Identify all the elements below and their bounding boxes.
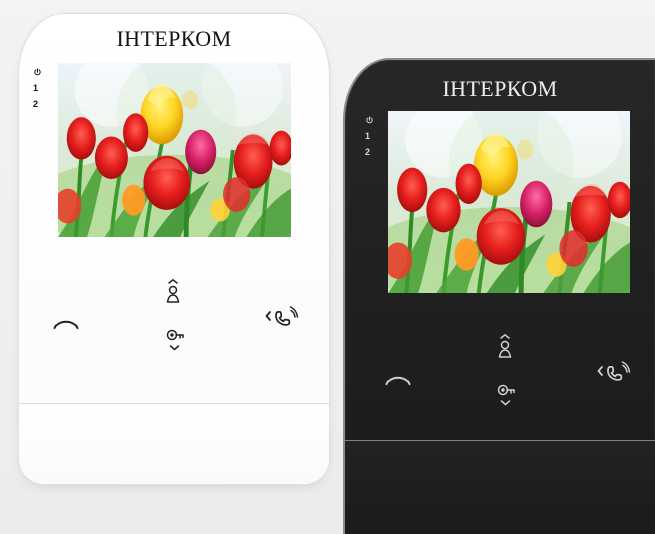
white-bottom-panel	[19, 404, 329, 484]
white-indicator-1: 1	[33, 83, 39, 93]
white-brand-logo: ІНТЕРКОМ	[116, 26, 232, 51]
product-scene: ІНТЕРКОМ 1 2 ІНТЕРКОМ 1 2	[0, 0, 655, 534]
white-display-screen	[58, 63, 291, 237]
handset-end-icon[interactable]	[53, 317, 79, 333]
chevron-left-handset-icon[interactable]	[596, 359, 632, 383]
power-icon	[365, 114, 374, 127]
black-indicator-2: 2	[365, 147, 371, 157]
white-indicators: 1 2	[33, 66, 42, 111]
black-brand-logo: ІНТЕРКОМ	[442, 76, 558, 101]
key-chevron-down-icon[interactable]	[493, 379, 519, 409]
white-indicator-2: 2	[33, 99, 39, 109]
black-control-buttons	[345, 330, 655, 410]
black-indicator-1: 1	[365, 131, 371, 141]
handset-end-icon[interactable]	[385, 373, 411, 389]
key-chevron-down-icon[interactable]	[162, 324, 188, 354]
white-control-buttons	[19, 277, 329, 357]
black-indicators: 1 2	[365, 114, 374, 159]
white-intercom-panel: ІНТЕРКОМ 1 2	[18, 13, 330, 485]
black-display-screen	[388, 111, 630, 293]
chevron-left-handset-icon[interactable]	[264, 304, 300, 328]
power-icon	[33, 66, 42, 79]
black-intercom-panel: ІНТЕРКОМ 1 2	[343, 58, 655, 534]
chevron-up-person-icon[interactable]	[493, 333, 517, 361]
chevron-up-person-icon[interactable]	[161, 278, 185, 306]
black-bottom-panel	[345, 441, 655, 534]
